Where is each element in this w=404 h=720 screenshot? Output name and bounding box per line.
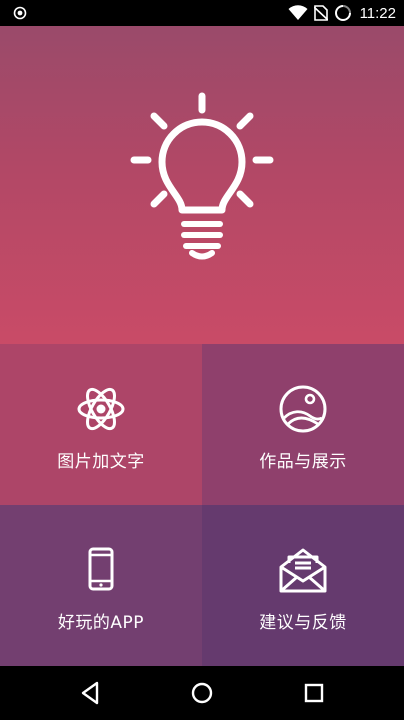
envelope-icon xyxy=(279,548,327,593)
record-icon xyxy=(13,6,27,20)
tile-fun-apps[interactable]: 好玩的APP xyxy=(0,505,202,666)
tile-label: 好玩的APP xyxy=(57,613,145,633)
navigation-bar xyxy=(0,666,404,720)
tile-label: 建议与反馈 xyxy=(259,613,347,633)
app-screen: 11:22 图片加文字 作品与展示 好玩的APP 建议与反馈 xyxy=(0,0,404,720)
menu-grid: 图片加文字 作品与展示 好玩的APP 建议与反馈 xyxy=(0,344,404,666)
status-icons: 11:22 xyxy=(288,0,396,26)
status-bar: 11:22 xyxy=(0,0,404,26)
hero-banner xyxy=(0,26,404,344)
recents-icon[interactable] xyxy=(299,678,329,708)
tile-label: 图片加文字 xyxy=(57,452,145,472)
home-icon[interactable] xyxy=(187,678,217,708)
wifi-icon xyxy=(288,5,308,20)
phone-icon xyxy=(88,547,114,591)
back-icon[interactable] xyxy=(76,678,106,708)
tile-feedback[interactable]: 建议与反馈 xyxy=(202,505,404,666)
lightbulb-icon xyxy=(130,92,274,260)
no-sim-icon xyxy=(313,5,328,21)
tile-add-text-to-image[interactable]: 图片加文字 xyxy=(0,344,202,505)
battery-charging-icon xyxy=(334,5,351,21)
atom-icon xyxy=(77,387,125,431)
tile-label: 作品与展示 xyxy=(259,452,347,472)
status-time: 11:22 xyxy=(359,4,396,22)
gallery-icon xyxy=(279,385,327,433)
tile-works-showcase[interactable]: 作品与展示 xyxy=(202,344,404,505)
